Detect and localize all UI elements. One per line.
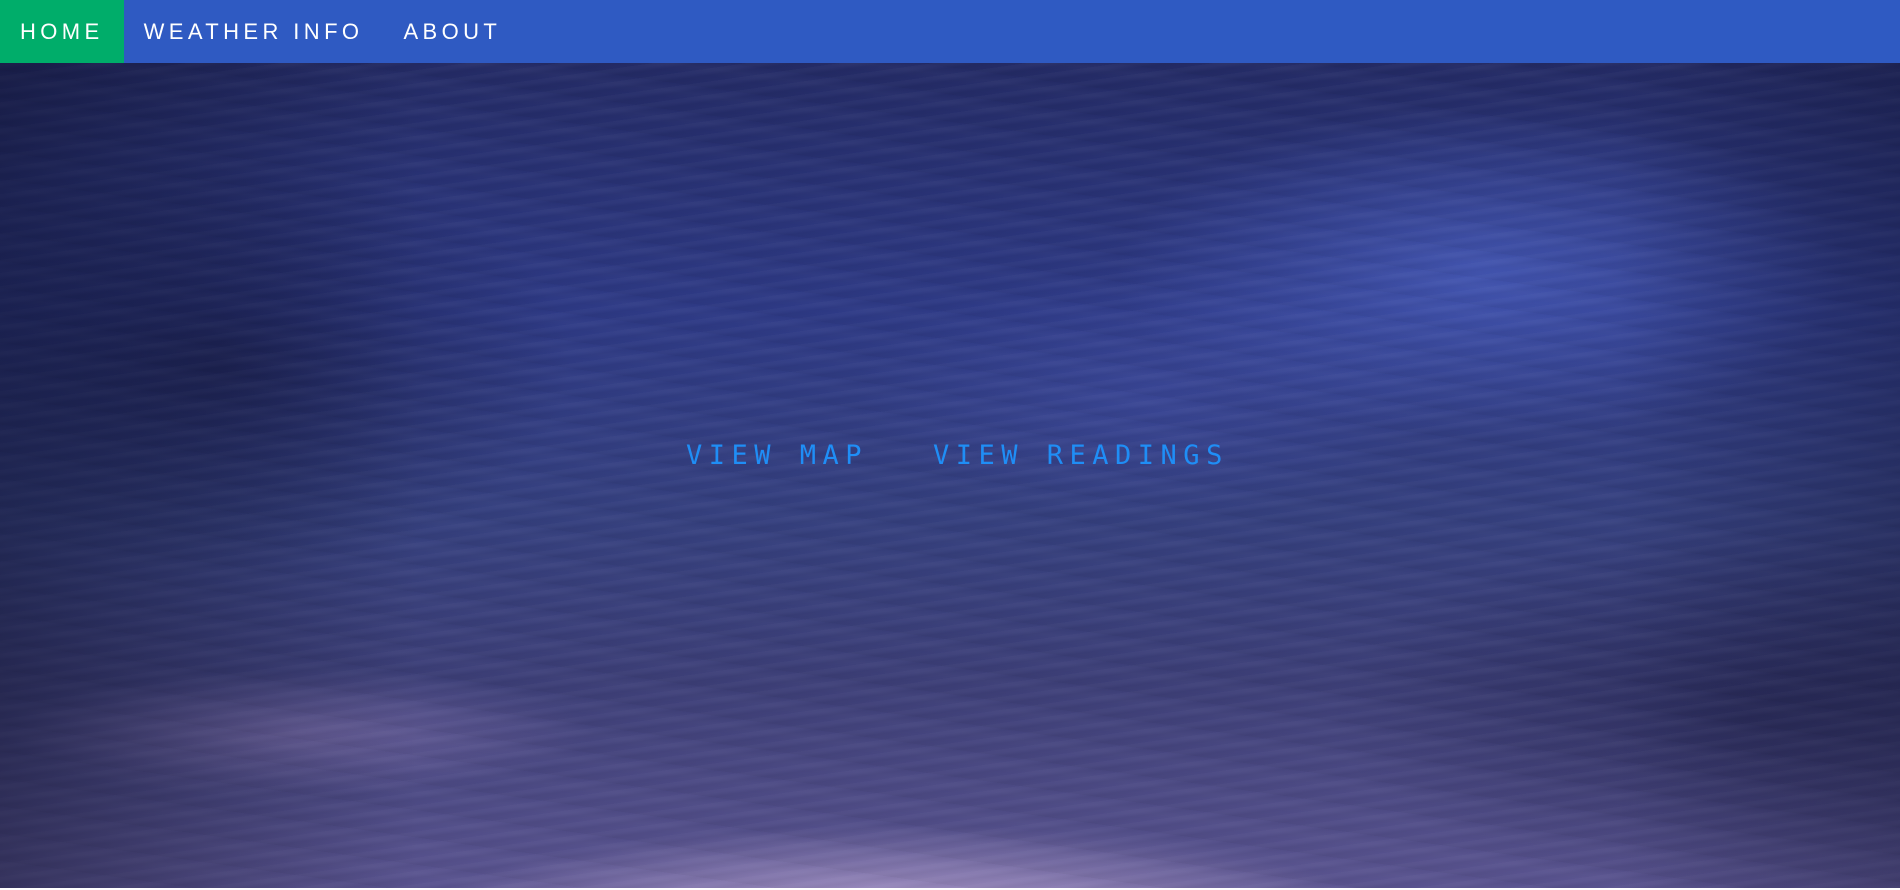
view-readings-link[interactable]: VIEW READINGS [933, 425, 1229, 487]
top-navbar: HOME WEATHER INFO ABOUT [0, 0, 1900, 63]
nav-weather-info-link[interactable]: WEATHER INFO [124, 0, 384, 63]
nav-home-link[interactable]: HOME [0, 0, 124, 63]
nav-about-link[interactable]: ABOUT [383, 0, 521, 63]
page: HOME WEATHER INFO ABOUT VIEW MAP VIEW RE… [0, 0, 1900, 890]
hero-links: VIEW MAP VIEW READINGS [0, 425, 1900, 487]
view-map-link[interactable]: VIEW MAP [686, 425, 868, 487]
